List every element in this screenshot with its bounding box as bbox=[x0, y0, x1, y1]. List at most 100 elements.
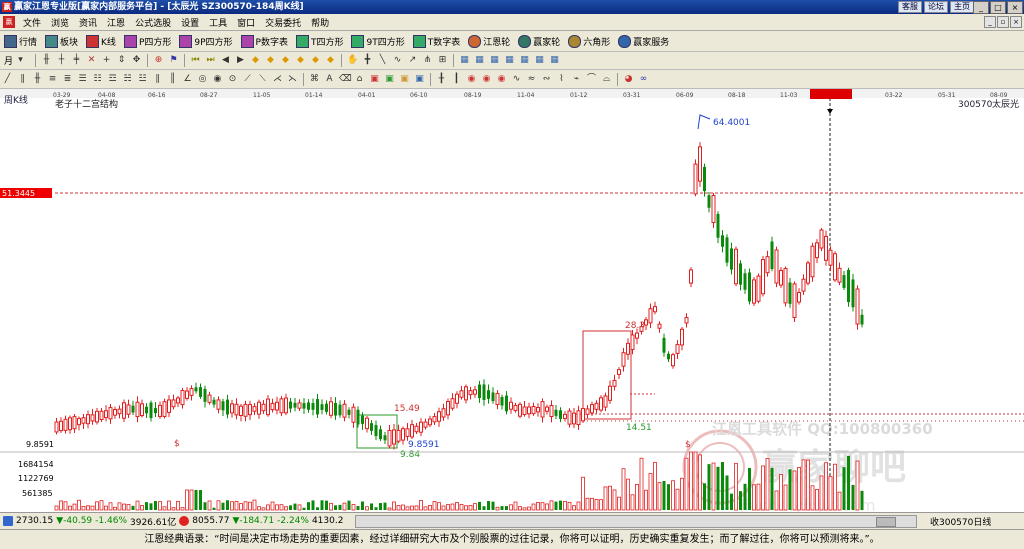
toolbar-service-button[interactable]: 赢家服务 bbox=[614, 34, 673, 48]
candle-style-icon[interactable]: ╂ bbox=[436, 74, 447, 85]
toolbar-winner-wheel-button[interactable]: 赢家轮 bbox=[514, 34, 564, 48]
bars-icon[interactable]: ╫ bbox=[41, 55, 52, 66]
text-icon[interactable]: A bbox=[324, 74, 335, 85]
toolbar-gann-wheel-button[interactable]: 江恩轮 bbox=[464, 34, 514, 48]
diamond-icon[interactable]: ◆ bbox=[295, 55, 306, 66]
fib-icon[interactable]: ☰ bbox=[77, 74, 88, 85]
zoom-icon[interactable]: ⊕ bbox=[153, 55, 164, 66]
line-icon[interactable]: ╲ bbox=[377, 55, 388, 66]
calendar-icon[interactable]: ▦ bbox=[459, 55, 470, 66]
target-icon[interactable]: ◉ bbox=[496, 74, 507, 85]
split-icon[interactable]: ⇕ bbox=[116, 55, 127, 66]
circle-icon[interactable]: ◉ bbox=[212, 74, 223, 85]
hand-icon[interactable]: ✋ bbox=[347, 55, 358, 66]
menu-file[interactable]: 文件 bbox=[18, 16, 46, 29]
toolbar-quote-button[interactable]: 行情 bbox=[0, 34, 41, 48]
left-icon[interactable]: ◀ bbox=[220, 55, 231, 66]
gann-fan-icon[interactable]: ⋌ bbox=[272, 74, 283, 85]
calendar-icon[interactable]: ▦ bbox=[534, 55, 545, 66]
diamond-icon[interactable]: ◆ bbox=[325, 55, 336, 66]
tools-icon[interactable]: ⌘ bbox=[309, 74, 320, 85]
angle-icon[interactable]: ∠ bbox=[182, 74, 193, 85]
link-zhuye[interactable]: 主页 bbox=[950, 1, 974, 13]
arrow-icon[interactable]: ↗ bbox=[407, 55, 418, 66]
gann-fan-icon[interactable]: ⋋ bbox=[287, 74, 298, 85]
period-select[interactable]: 月 ▾ bbox=[0, 54, 32, 67]
toolbar-t-table-button[interactable]: T数字表 bbox=[409, 34, 465, 48]
menu-window[interactable]: 窗口 bbox=[232, 16, 260, 29]
bars-icon[interactable]: ∥ bbox=[152, 74, 163, 85]
fib-icon[interactable]: ☲ bbox=[107, 74, 118, 85]
pan-icon[interactable]: ✥ bbox=[131, 55, 142, 66]
wave-icon[interactable]: ≈ bbox=[526, 74, 537, 85]
bars-icon[interactable]: ╪ bbox=[71, 55, 82, 66]
palette-icon[interactable]: ▣ bbox=[399, 74, 410, 85]
palette-icon[interactable]: ▣ bbox=[369, 74, 380, 85]
toolbar-p-table-button[interactable]: P数字表 bbox=[237, 34, 292, 48]
diamond-icon[interactable]: ◆ bbox=[310, 55, 321, 66]
bars-icon[interactable]: ┼ bbox=[56, 55, 67, 66]
palette-icon[interactable]: ▣ bbox=[414, 74, 425, 85]
circle-icon[interactable]: ⊙ bbox=[227, 74, 238, 85]
menu-browse[interactable]: 浏览 bbox=[46, 16, 74, 29]
maximize-button[interactable]: □ bbox=[990, 1, 1006, 14]
lock-icon[interactable]: ⌂ bbox=[354, 74, 365, 85]
right-icon[interactable]: ▶ bbox=[235, 55, 246, 66]
mdi-minimize-button[interactable]: _ bbox=[984, 16, 996, 28]
calendar-icon[interactable]: ▦ bbox=[474, 55, 485, 66]
menu-info[interactable]: 资讯 bbox=[74, 16, 102, 29]
index-sz[interactable]: 8055.77 ▼-184.71 -2.24% 4130.2 bbox=[179, 516, 343, 526]
chart-scrollbar[interactable] bbox=[355, 515, 917, 528]
wave-icon[interactable]: ⌓ bbox=[601, 74, 612, 85]
toolbar-sector-button[interactable]: 板块 bbox=[41, 34, 82, 48]
minimize-button[interactable]: _ bbox=[973, 1, 989, 14]
first-icon[interactable]: ⏮ bbox=[190, 55, 201, 66]
link-icon[interactable]: ∞ bbox=[638, 74, 649, 85]
fib-icon[interactable]: ≣ bbox=[62, 74, 73, 85]
chart-area[interactable]: 03-29 04-08 06-16 08-27 11-05 01-14 04-01 06-10… bbox=[0, 89, 1024, 515]
kline-chart[interactable]: 03-29 04-08 06-16 08-27 11-05 01-14 04-01 06-10… bbox=[0, 89, 1024, 515]
last-icon[interactable]: ⏭ bbox=[205, 55, 216, 66]
palette-icon[interactable]: ▣ bbox=[384, 74, 395, 85]
plus-icon[interactable]: + bbox=[101, 55, 112, 66]
circle-icon[interactable]: ◎ bbox=[197, 74, 208, 85]
scrollbar-thumb[interactable] bbox=[876, 517, 896, 527]
bars-icon[interactable]: ║ bbox=[167, 74, 178, 85]
diamond-icon[interactable]: ◆ bbox=[265, 55, 276, 66]
menu-trade[interactable]: 交易委托 bbox=[260, 16, 306, 29]
calendar-icon[interactable]: ▦ bbox=[549, 55, 560, 66]
target-icon[interactable]: ◉ bbox=[466, 74, 477, 85]
toolbar-t-square-button[interactable]: T四方形 bbox=[292, 34, 348, 48]
index-sh[interactable]: 2730.15 ▼-40.59 -1.46% 3926.61亿 bbox=[3, 515, 176, 528]
gann-fan-icon[interactable]: ⟍ bbox=[257, 74, 268, 85]
parallel-icon[interactable]: ∥ bbox=[17, 74, 28, 85]
calendar-icon[interactable]: ▦ bbox=[489, 55, 500, 66]
fib-icon[interactable]: ≡ bbox=[47, 74, 58, 85]
candle-style-icon[interactable]: ┃ bbox=[451, 74, 462, 85]
diamond-icon[interactable]: ◆ bbox=[250, 55, 261, 66]
line-tool-icon[interactable]: ╱ bbox=[2, 74, 13, 85]
mdi-restore-button[interactable]: ▫ bbox=[997, 16, 1009, 28]
gann-fan-icon[interactable]: ⟋ bbox=[242, 74, 253, 85]
wave-icon[interactable]: ⌇ bbox=[556, 74, 567, 85]
wave-icon[interactable]: ⌁ bbox=[571, 74, 582, 85]
trend-icon[interactable]: ∿ bbox=[392, 55, 403, 66]
grid-icon[interactable]: ⊞ bbox=[437, 55, 448, 66]
link-luntan[interactable]: 论坛 bbox=[924, 1, 948, 13]
toolbar-9t-square-button[interactable]: 9T四方形 bbox=[347, 34, 408, 48]
pie-icon[interactable]: ◕ bbox=[623, 74, 634, 85]
target-icon[interactable]: ◉ bbox=[481, 74, 492, 85]
cross-icon[interactable]: ✕ bbox=[86, 55, 97, 66]
calendar-icon[interactable]: ▦ bbox=[504, 55, 515, 66]
fib-icon[interactable]: ☷ bbox=[92, 74, 103, 85]
wave-icon[interactable]: ∿ bbox=[511, 74, 522, 85]
fib-icon[interactable]: ☳ bbox=[137, 74, 148, 85]
toolbar-9p-square-button[interactable]: 9P四方形 bbox=[175, 34, 236, 48]
toolbar-hexagon-button[interactable]: 六角形 bbox=[564, 34, 614, 48]
eraser-icon[interactable]: ⌫ bbox=[339, 74, 352, 85]
close-button[interactable]: × bbox=[1007, 1, 1023, 14]
wave-icon[interactable]: ∾ bbox=[541, 74, 552, 85]
toolbar-p-square-button[interactable]: P四方形 bbox=[120, 34, 175, 48]
channel-icon[interactable]: ╫ bbox=[32, 74, 43, 85]
menu-tools[interactable]: 工具 bbox=[204, 16, 232, 29]
